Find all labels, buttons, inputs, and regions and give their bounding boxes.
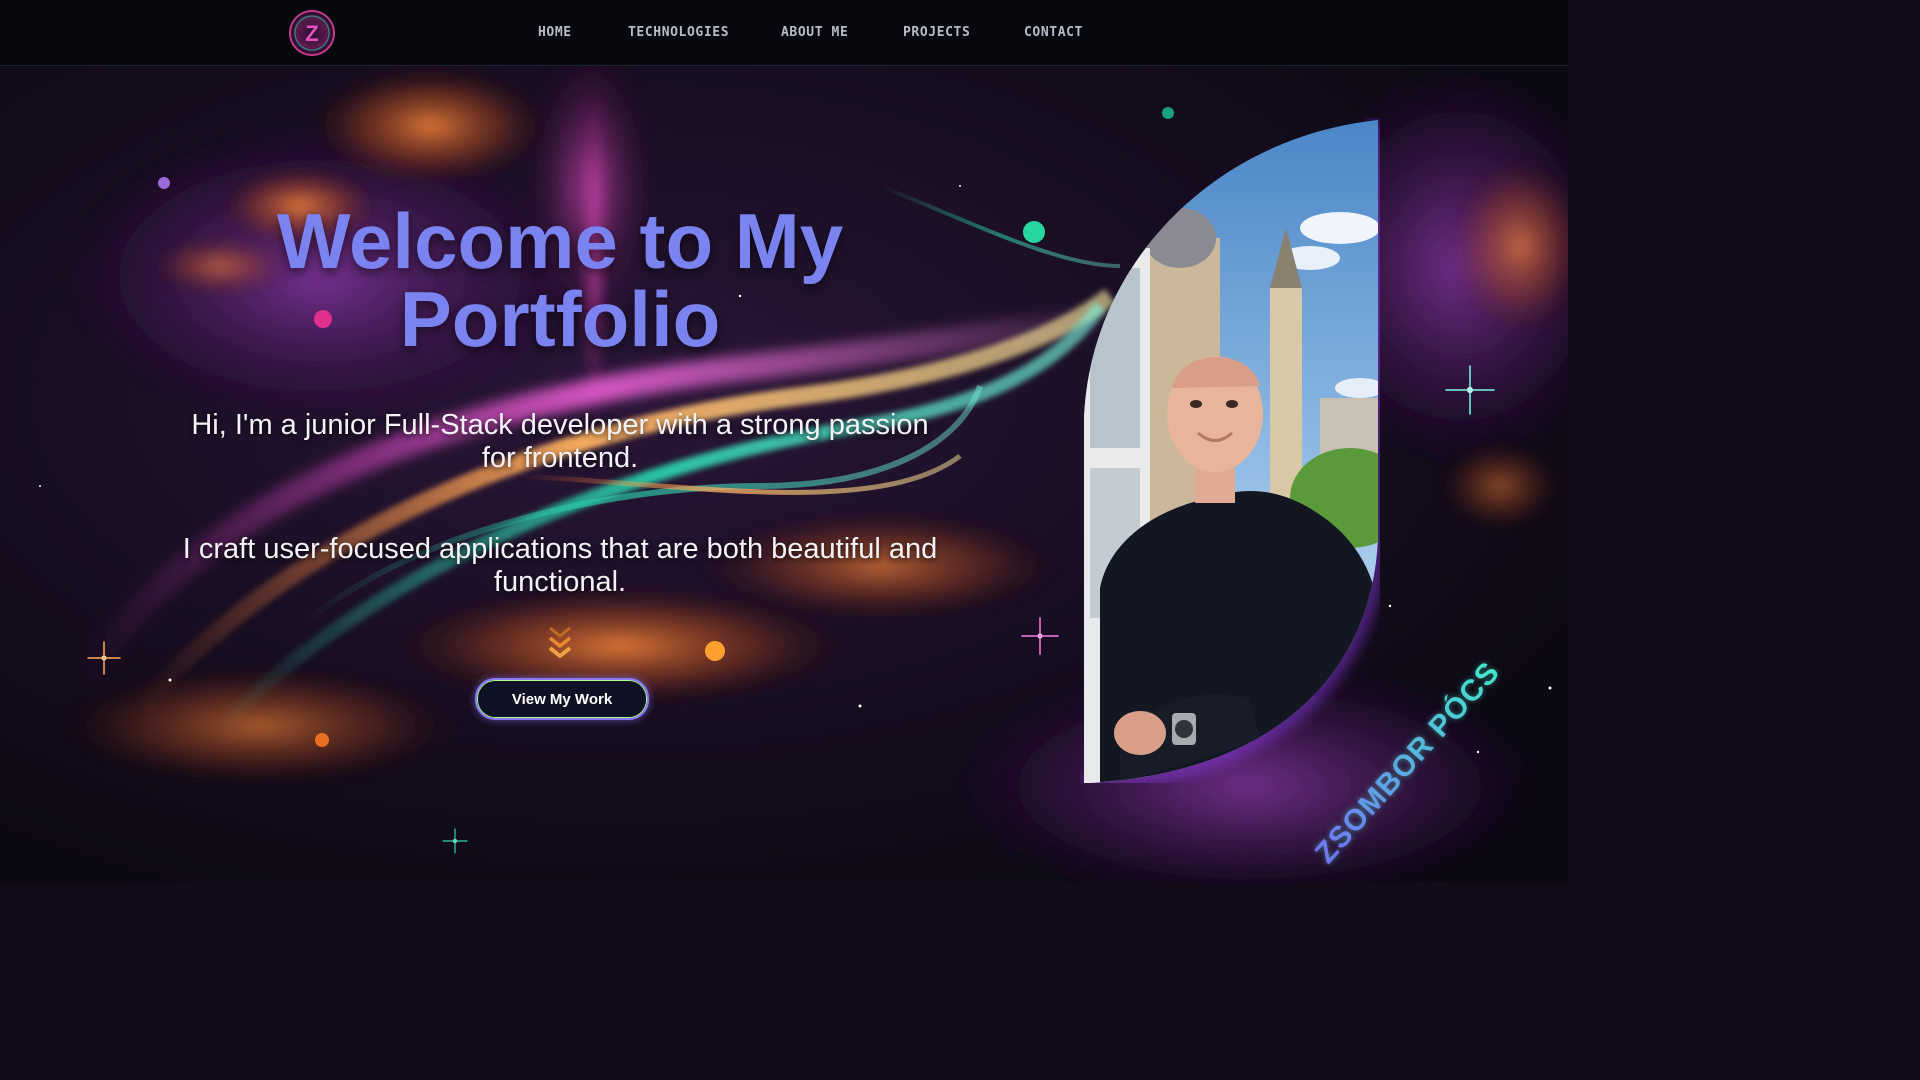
profile-photo <box>1084 120 1380 783</box>
hero-craft-text: I craft user-focused applications that a… <box>182 533 938 598</box>
view-my-work-button[interactable]: View My Work <box>475 678 649 720</box>
hero-intro-text: Hi, I'm a junior Full-Stack developer wi… <box>191 409 929 474</box>
nav-projects[interactable]: PROJECTS <box>903 25 970 40</box>
hero-title: Welcome to My Portfolio <box>140 202 980 358</box>
nav-links: HOME TECHNOLOGIES ABOUT ME PROJECTS CONT… <box>0 0 1568 65</box>
navbar: Z HOME TECHNOLOGIES ABOUT ME PROJECTS CO… <box>0 0 1568 66</box>
nav-about-me[interactable]: ABOUT ME <box>781 25 848 40</box>
nav-technologies[interactable]: TECHNOLOGIES <box>628 25 729 40</box>
nav-contact[interactable]: CONTACT <box>1024 25 1083 40</box>
hero-section: Welcome to My Portfolio Hi, I'm a junior… <box>0 66 1568 882</box>
hero-title-line2: Portfolio <box>399 275 721 363</box>
hero-title-line1: Welcome to My <box>276 197 844 285</box>
double-chevron-down-icon[interactable] <box>548 626 572 662</box>
nav-home[interactable]: HOME <box>538 25 572 40</box>
